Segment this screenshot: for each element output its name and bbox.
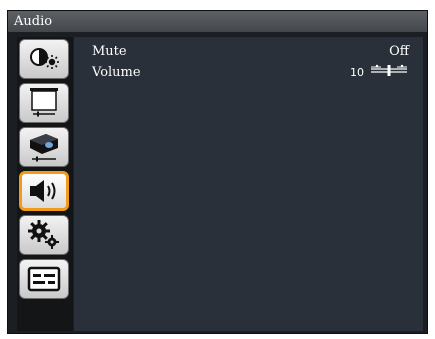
tab-info[interactable] [19, 259, 69, 299]
sidebar [17, 37, 73, 331]
tab-image[interactable] [19, 39, 69, 79]
mute-label: Mute [92, 44, 127, 59]
volume-value: 10 [350, 66, 364, 79]
tab-audio[interactable] [19, 171, 69, 211]
tab-display[interactable] [19, 83, 69, 123]
screen-icon [27, 86, 61, 120]
osd-window: Audio Mute Off Volume 10 [7, 10, 428, 334]
mute-value[interactable]: Off [389, 43, 409, 61]
info-panel-icon [26, 265, 62, 293]
volume-row[interactable]: Volume 10 [92, 64, 409, 82]
volume-slider[interactable] [369, 64, 409, 82]
tab-settings[interactable] [19, 215, 69, 255]
mute-row[interactable]: Mute Off [92, 43, 409, 61]
volume-control[interactable]: 10 [350, 64, 409, 82]
tab-setup[interactable] [19, 127, 69, 167]
brightness-contrast-icon [26, 45, 62, 73]
window-title: Audio [8, 11, 427, 32]
projector-icon [26, 130, 62, 164]
volume-label: Volume [92, 65, 141, 80]
gears-icon [27, 219, 61, 251]
settings-panel: Mute Off Volume 10 [74, 37, 423, 331]
speaker-icon [27, 178, 61, 204]
